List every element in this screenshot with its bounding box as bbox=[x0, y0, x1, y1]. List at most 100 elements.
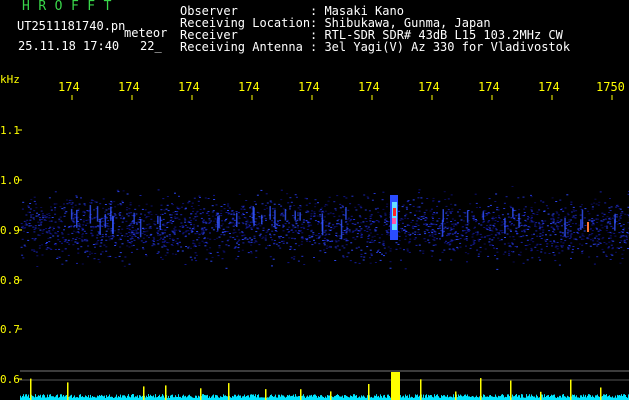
noise-dot bbox=[243, 234, 246, 236]
noise-dot bbox=[539, 233, 542, 235]
noise-dot bbox=[148, 213, 151, 215]
noise-dot bbox=[83, 230, 86, 232]
noise-dot bbox=[405, 213, 408, 215]
noise-dot bbox=[398, 235, 401, 237]
noise-dot bbox=[176, 238, 179, 240]
noise-dot bbox=[68, 202, 71, 204]
noise-dot bbox=[128, 208, 131, 210]
noise-dot bbox=[266, 202, 269, 204]
noise-dot bbox=[345, 197, 348, 199]
baseline-bar bbox=[425, 395, 426, 400]
noise-dot bbox=[368, 210, 371, 212]
noise-dot bbox=[145, 216, 148, 218]
noise-dot bbox=[94, 246, 96, 248]
noise-dot bbox=[140, 213, 143, 215]
noise-dot bbox=[357, 204, 360, 206]
noise-dot bbox=[364, 209, 367, 211]
noise-dot bbox=[267, 245, 269, 247]
noise-dot bbox=[593, 202, 596, 204]
noise-dot bbox=[183, 217, 186, 219]
noise-dot bbox=[107, 213, 110, 215]
noise-dot bbox=[250, 244, 253, 246]
noise-dot bbox=[613, 232, 616, 234]
noise-dot bbox=[409, 238, 412, 240]
noise-dot bbox=[621, 211, 624, 213]
noise-dot bbox=[238, 239, 241, 241]
noise-dot bbox=[370, 253, 373, 255]
noise-dot bbox=[211, 256, 214, 258]
noise-dot bbox=[560, 219, 563, 221]
noise-dot bbox=[509, 229, 512, 231]
noise-dot bbox=[199, 213, 202, 215]
noise-dot bbox=[592, 240, 595, 242]
baseline-bar bbox=[621, 394, 622, 400]
noise-dot bbox=[296, 219, 299, 221]
noise-dot bbox=[372, 241, 375, 243]
noise-dot bbox=[100, 253, 102, 255]
baseline-bar bbox=[350, 395, 351, 400]
noise-dot bbox=[460, 219, 463, 221]
noise-dot bbox=[591, 218, 594, 220]
noise-dot bbox=[221, 223, 224, 225]
noise-dot bbox=[262, 227, 265, 229]
noise-dot bbox=[342, 255, 345, 257]
noise-dot bbox=[242, 223, 245, 225]
baseline-bar bbox=[65, 395, 66, 400]
noise-dot bbox=[289, 248, 292, 250]
noise-dot bbox=[248, 223, 251, 225]
noise-dot bbox=[258, 234, 261, 236]
noise-dot bbox=[507, 213, 510, 215]
baseline-bar bbox=[172, 394, 173, 400]
noise-dot bbox=[246, 226, 248, 228]
noise-dot bbox=[58, 248, 61, 250]
noise-dot bbox=[371, 236, 374, 238]
noise-dot bbox=[69, 226, 72, 228]
noise-dot bbox=[282, 208, 285, 210]
noise-dot bbox=[278, 225, 281, 227]
noise-dot bbox=[323, 240, 326, 242]
baseline-bar bbox=[426, 394, 427, 400]
noise-dot bbox=[173, 233, 176, 235]
noise-dot bbox=[21, 238, 24, 240]
noise-dot bbox=[266, 207, 269, 209]
baseline-bar bbox=[125, 396, 126, 400]
noise-dot bbox=[401, 206, 404, 208]
noise-dot bbox=[118, 255, 121, 257]
baseline-bar bbox=[61, 394, 62, 400]
noise-dot bbox=[211, 211, 214, 213]
baseline-bar bbox=[501, 394, 502, 400]
noise-dot bbox=[360, 234, 363, 236]
noise-dot bbox=[32, 217, 35, 219]
noise-dot bbox=[446, 214, 449, 216]
noise-dot bbox=[542, 231, 545, 233]
noise-dot bbox=[431, 213, 434, 215]
baseline-bar bbox=[592, 395, 593, 400]
noise-dot bbox=[333, 226, 336, 228]
noise-dot bbox=[280, 235, 282, 237]
noise-dot bbox=[570, 233, 573, 235]
noise-dot bbox=[161, 233, 164, 235]
noise-dot bbox=[387, 232, 390, 234]
baseline-bar bbox=[163, 395, 164, 400]
noise-dot bbox=[619, 262, 622, 264]
noise-dot bbox=[553, 231, 555, 233]
noise-dot bbox=[476, 233, 479, 235]
baseline-bar bbox=[518, 395, 519, 400]
noise-dot bbox=[128, 229, 131, 231]
noise-dot bbox=[471, 236, 474, 238]
noise-dot bbox=[305, 211, 308, 213]
noise-dot bbox=[434, 244, 437, 246]
noise-dot bbox=[520, 236, 523, 238]
noise-dot bbox=[425, 229, 428, 230]
baseline-bar bbox=[240, 395, 241, 400]
noise-dot bbox=[317, 202, 319, 204]
baseline-bar bbox=[227, 396, 228, 400]
noise-dot bbox=[615, 214, 618, 216]
noise-dot bbox=[128, 246, 131, 248]
baseline-bar bbox=[389, 396, 390, 400]
noise-dot bbox=[177, 241, 180, 243]
baseline-bar bbox=[226, 396, 227, 400]
noise-dot bbox=[527, 226, 530, 228]
noise-dot bbox=[356, 222, 359, 224]
noise-dot bbox=[304, 238, 307, 239]
